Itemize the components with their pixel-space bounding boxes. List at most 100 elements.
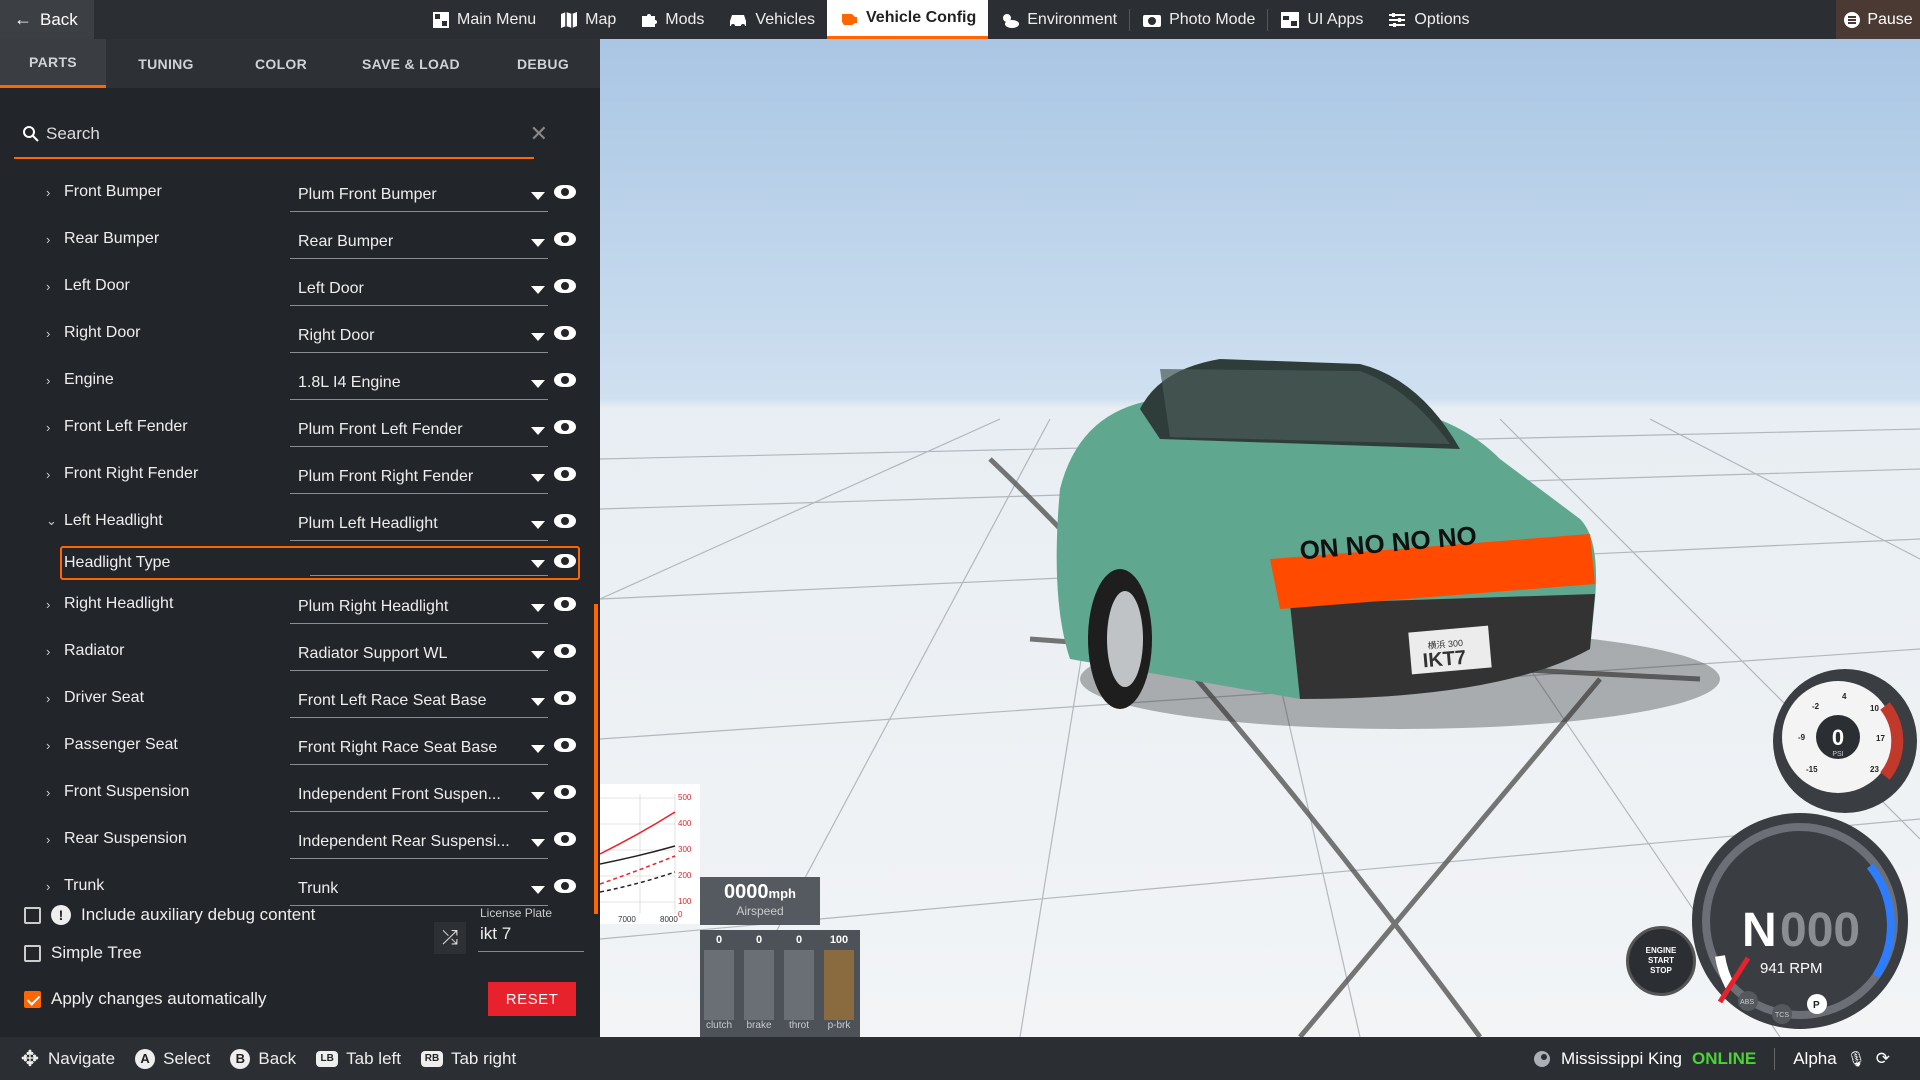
tab-color[interactable]: COLOR <box>226 39 336 88</box>
eye-icon[interactable] <box>554 691 576 705</box>
nav-environment[interactable]: Environment <box>988 0 1129 39</box>
nav-mods[interactable]: Mods <box>628 0 716 39</box>
simple-tree-checkbox[interactable] <box>24 944 41 962</box>
search-input[interactable]: Search <box>46 124 100 144</box>
dropdown-arrow-icon[interactable] <box>531 427 545 435</box>
dropdown-arrow-icon[interactable] <box>531 651 545 659</box>
dropdown-arrow-icon[interactable] <box>531 333 545 341</box>
engine-start-stop-button[interactable]: ENGINE START STOP <box>1626 926 1696 996</box>
part-select[interactable]: Plum Front Left Fender <box>290 421 548 447</box>
dropdown-arrow-icon[interactable] <box>531 698 545 706</box>
chevron-right-icon[interactable]: › <box>46 373 56 388</box>
part-select[interactable]: Right Door <box>290 327 548 353</box>
parts-scrollbar[interactable] <box>594 604 598 914</box>
eye-icon[interactable] <box>554 420 576 434</box>
apply-auto-option[interactable]: Apply changes automatically <box>24 989 266 1009</box>
dropdown-arrow-icon[interactable] <box>531 604 545 612</box>
part-row-front-bumper[interactable]: › Front Bumper Plum Front Bumper <box>0 170 600 217</box>
dropdown-arrow-icon[interactable] <box>531 745 545 753</box>
chevron-right-icon[interactable]: › <box>46 785 56 800</box>
part-row-engine[interactable]: › Engine 1.8L I4 Engine <box>0 358 600 405</box>
back-button[interactable]: ← Back <box>0 0 94 39</box>
eye-icon[interactable] <box>554 879 576 893</box>
part-row-trunk[interactable]: › Trunk Trunk <box>0 864 600 911</box>
tab-parts[interactable]: PARTS <box>0 39 106 88</box>
part-select[interactable]: 1.8L I4 Engine <box>290 374 548 400</box>
chevron-right-icon[interactable]: › <box>46 420 56 435</box>
chevron-right-icon[interactable]: › <box>46 644 56 659</box>
hint-back[interactable]: B Back <box>230 1048 296 1069</box>
part-select[interactable]: Plum Front Bumper <box>290 186 548 212</box>
eye-icon[interactable] <box>554 514 576 528</box>
chevron-right-icon[interactable]: › <box>46 738 56 753</box>
dropdown-arrow-icon[interactable] <box>531 560 545 568</box>
part-row-left-door[interactable]: › Left Door Left Door <box>0 264 600 311</box>
part-row-front-suspension[interactable]: › Front Suspension Independent Front Suspe… <box>0 770 600 817</box>
part-select[interactable]: Radiator Support WL <box>290 645 548 671</box>
eye-icon[interactable] <box>554 279 576 293</box>
part-select[interactable]: Plum Left Headlight <box>290 515 548 541</box>
hint-tab-right[interactable]: RB Tab right <box>420 1049 516 1069</box>
part-row-right-headlight[interactable]: › Right Headlight Plum Right Headlight <box>0 582 600 629</box>
nav-photo-mode[interactable]: Photo Mode <box>1130 0 1267 39</box>
chevron-right-icon[interactable]: › <box>46 279 56 294</box>
tab-save-load[interactable]: SAVE & LOAD <box>336 39 486 88</box>
part-select[interactable]: Left Door <box>290 280 548 306</box>
part-row-rear-suspension[interactable]: › Rear Suspension Independent Rear Suspens… <box>0 817 600 864</box>
shuffle-icon[interactable]: ⤮ <box>434 922 466 954</box>
dropdown-arrow-icon[interactable] <box>531 192 545 200</box>
pause-button[interactable]: Pause <box>1836 0 1920 39</box>
nav-ui-apps[interactable]: UI Apps <box>1268 0 1375 39</box>
part-select[interactable]: Rear Bumper <box>290 233 548 259</box>
nav-map[interactable]: Map <box>548 0 628 39</box>
microphone-icon[interactable]: 🎙 <box>1847 1050 1866 1068</box>
eye-icon[interactable] <box>554 832 576 846</box>
part-select[interactable]: Trunk <box>290 880 548 906</box>
dropdown-arrow-icon[interactable] <box>531 792 545 800</box>
eye-icon[interactable] <box>554 373 576 387</box>
tab-debug[interactable]: DEBUG <box>486 39 600 88</box>
chevron-right-icon[interactable]: › <box>46 832 56 847</box>
hint-navigate[interactable]: ✥ Navigate <box>20 1046 115 1071</box>
part-row-right-door[interactable]: › Right Door Right Door <box>0 311 600 358</box>
eye-icon[interactable] <box>554 554 576 568</box>
aux-debug-option[interactable]: ! Include auxiliary debug content <box>24 905 315 925</box>
part-row-headlight-type[interactable]: Headlight Type <box>0 546 600 582</box>
reset-button[interactable]: RESET <box>488 982 576 1016</box>
eye-icon[interactable] <box>554 232 576 246</box>
aux-debug-checkbox[interactable] <box>24 906 41 924</box>
chevron-right-icon[interactable]: › <box>46 879 56 894</box>
dropdown-arrow-icon[interactable] <box>531 886 545 894</box>
dropdown-arrow-icon[interactable] <box>531 239 545 247</box>
eye-icon[interactable] <box>554 738 576 752</box>
chevron-down-icon[interactable]: ⌄ <box>46 513 57 529</box>
close-icon[interactable]: ✕ <box>530 121 548 147</box>
dropdown-arrow-icon[interactable] <box>531 380 545 388</box>
part-select[interactable]: Plum Right Headlight <box>290 598 548 624</box>
dropdown-arrow-icon[interactable] <box>531 474 545 482</box>
eye-icon[interactable] <box>554 785 576 799</box>
eye-icon[interactable] <box>554 644 576 658</box>
dropdown-arrow-icon[interactable] <box>531 839 545 847</box>
eye-icon[interactable] <box>554 185 576 199</box>
part-select[interactable]: Independent Front Suspen... <box>290 786 548 812</box>
search-field[interactable]: Search ✕ <box>14 111 548 159</box>
chevron-right-icon[interactable]: › <box>46 326 56 341</box>
part-select[interactable]: Front Right Race Seat Base <box>290 739 548 765</box>
chevron-right-icon[interactable]: › <box>46 467 56 482</box>
dropdown-arrow-icon[interactable] <box>531 286 545 294</box>
part-row-radiator[interactable]: › Radiator Radiator Support WL <box>0 629 600 676</box>
chevron-right-icon[interactable]: › <box>46 185 56 200</box>
part-row-left-headlight[interactable]: ⌄ Left Headlight Plum Left Headlight <box>0 499 600 546</box>
nav-vehicles[interactable]: Vehicles <box>716 0 827 39</box>
dropdown-arrow-icon[interactable] <box>531 521 545 529</box>
part-select[interactable]: Independent Rear Suspensi... <box>290 833 548 859</box>
eye-icon[interactable] <box>554 467 576 481</box>
part-select[interactable]: Front Left Race Seat Base <box>290 692 548 718</box>
apply-auto-checkbox[interactable] <box>24 990 41 1008</box>
nav-vehicle-config[interactable]: Vehicle Config <box>827 0 989 39</box>
part-select[interactable]: Plum Front Right Fender <box>290 468 548 494</box>
eye-icon[interactable] <box>554 597 576 611</box>
part-row-rear-bumper[interactable]: › Rear Bumper Rear Bumper <box>0 217 600 264</box>
part-row-front-left-fender[interactable]: › Front Left Fender Plum Front Left Fender <box>0 405 600 452</box>
